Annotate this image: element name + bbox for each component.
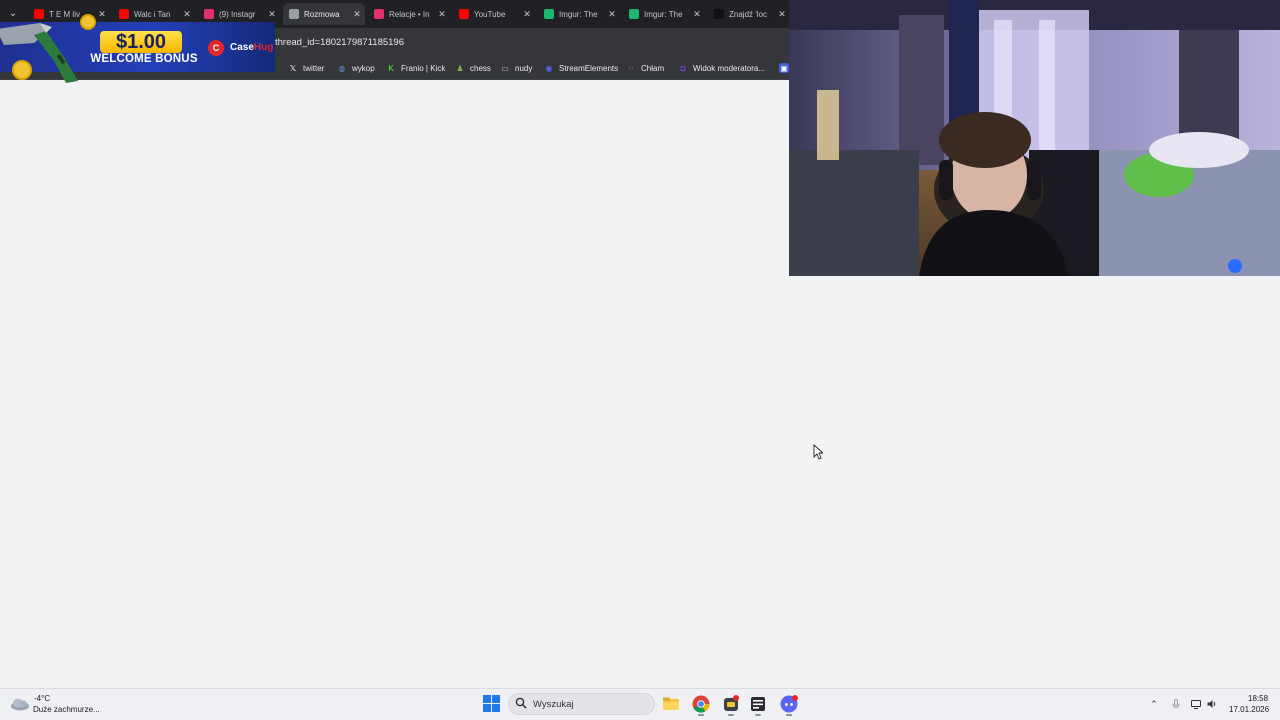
messenger-icon — [289, 9, 299, 19]
browser-tab[interactable]: Imgur: The ✕ — [538, 4, 620, 24]
tab-label: Imgur: The — [559, 9, 598, 19]
browser-tab[interactable]: YouTube ✕ — [453, 4, 535, 24]
bookmark-item[interactable]: ◘ Widok moderatora... — [678, 61, 765, 75]
notes-icon[interactable] — [748, 694, 768, 714]
file-explorer-icon[interactable] — [661, 694, 681, 714]
coin-icon — [12, 60, 32, 80]
bookmark-label: StreamElements — [559, 63, 619, 73]
coin-icon — [80, 14, 96, 30]
close-tab-icon[interactable]: ✕ — [606, 9, 618, 20]
close-tab-icon[interactable]: ✕ — [181, 9, 193, 20]
chess-pawn-icon: ♟ — [456, 63, 464, 73]
tab-label: Relacje • In — [389, 9, 430, 19]
bookmark-item[interactable]: ◉ StreamElements — [544, 61, 619, 75]
browser-tab[interactable]: Walc i Tan ✕ — [113, 4, 195, 24]
imgur-icon — [629, 9, 639, 19]
bookmark-label: wykop — [352, 63, 375, 73]
start-button[interactable] — [483, 695, 500, 712]
browser-tab[interactable]: (9) Instagr ✕ — [198, 4, 280, 24]
x-icon: 𝕏 — [289, 63, 297, 73]
microphone-icon[interactable] — [1170, 698, 1182, 710]
youtube-icon — [459, 9, 469, 19]
ad-headline: WELCOME BONUS — [90, 53, 198, 65]
notes-running-indicator — [755, 714, 761, 716]
folder-icon: ▭ — [501, 63, 509, 73]
tab-label: Znajdź 'loc — [729, 9, 767, 19]
close-tab-icon[interactable]: ✕ — [351, 9, 363, 20]
webcam-overlay — [789, 0, 1280, 276]
ad-brand: CaseHug — [230, 42, 273, 53]
browser-tab[interactable]: Relacje • In ✕ — [368, 4, 450, 24]
weather-description[interactable]: Duże zachmurze... — [33, 705, 100, 714]
imgur-icon — [544, 9, 554, 19]
search-icon — [515, 697, 527, 709]
bookmark-label: Chłam — [641, 63, 665, 73]
kick-icon: K — [388, 63, 394, 73]
weather-temperature[interactable]: -4°C — [34, 694, 50, 703]
chrome-running-indicator — [698, 714, 704, 716]
bookmark-item[interactable]: ◌ Chłam — [626, 61, 665, 75]
tiktok-icon — [714, 9, 724, 19]
chevron-up-icon[interactable]: ⌃ — [1148, 698, 1160, 710]
ad-brand-accent: Hug — [253, 42, 274, 53]
bookmark-item[interactable]: ◍ wykop — [337, 61, 375, 75]
address-bar-url[interactable]: thread_id=1802179871185196 — [275, 37, 404, 48]
tab-label: (9) Instagr — [219, 9, 256, 19]
mouse-cursor-icon — [813, 444, 823, 460]
bookmark-item[interactable]: ▭ nudy — [500, 61, 532, 75]
bookmark-label: nudy — [515, 63, 533, 73]
speaker-icon[interactable] — [1206, 698, 1218, 710]
close-tab-icon[interactable]: ✕ — [266, 9, 278, 20]
casehug-logo-icon: C — [208, 40, 224, 56]
tab-label: Rozmowa — [304, 9, 340, 19]
youtube-icon — [119, 9, 129, 19]
streamelements-icon: ◉ — [545, 63, 553, 73]
browser-tab[interactable]: Rozmowa ✕ — [283, 3, 365, 25]
close-tab-icon[interactable]: ✕ — [521, 9, 533, 20]
globe-icon: ◌ — [628, 63, 634, 73]
ad-brand-main: Case — [230, 42, 254, 53]
ad-bonus-amount: $1.00 — [100, 31, 182, 53]
discord-running-indicator — [786, 714, 792, 716]
browser-tab[interactable]: Znajdź 'loc ✕ — [708, 4, 790, 24]
taskbar-search-placeholder: Wyszukaj — [533, 699, 574, 710]
wykop-icon: ◍ — [338, 63, 346, 73]
tab-label: Imgur: The — [644, 9, 683, 19]
display-icon[interactable] — [1190, 698, 1202, 710]
close-tab-icon[interactable]: ✕ — [436, 9, 448, 20]
bookmark-label: twitter — [303, 63, 325, 73]
instagram-icon — [204, 9, 214, 19]
tab-label: YouTube — [474, 9, 506, 19]
game-launcher-icon[interactable] — [721, 694, 741, 714]
close-tab-icon[interactable]: ✕ — [691, 9, 703, 20]
webcam-scene — [789, 0, 1280, 276]
taskbar-search-box[interactable] — [508, 693, 655, 715]
discord-icon[interactable] — [779, 694, 799, 714]
close-tab-icon[interactable]: ✕ — [776, 9, 788, 20]
bookmark-item[interactable]: ♟ chess — [455, 61, 491, 75]
bookmark-item[interactable]: 𝕏twitter — [288, 61, 325, 75]
bookmark-item[interactable]: K Franio | Kick — [386, 61, 445, 75]
close-tab-icon[interactable]: ✕ — [96, 9, 108, 20]
clock-date[interactable]: 17.01.2026 — [1229, 705, 1269, 714]
clock-time[interactable]: 18:58 — [1248, 694, 1268, 703]
instagram-icon — [374, 9, 384, 19]
launcher-running-indicator — [728, 714, 734, 716]
bookmark-label: Widok moderatora... — [693, 63, 766, 73]
twitch-icon: ◘ — [680, 63, 686, 73]
bookmark-label: chess — [470, 63, 491, 73]
browser-tab[interactable]: Imgur: The ✕ — [623, 4, 705, 24]
cloudy-weather-icon[interactable] — [10, 695, 30, 711]
tab-label: Walc i Tan — [134, 9, 171, 19]
chrome-icon[interactable] — [691, 694, 711, 714]
bookmark-label: Franio | Kick — [401, 63, 446, 73]
